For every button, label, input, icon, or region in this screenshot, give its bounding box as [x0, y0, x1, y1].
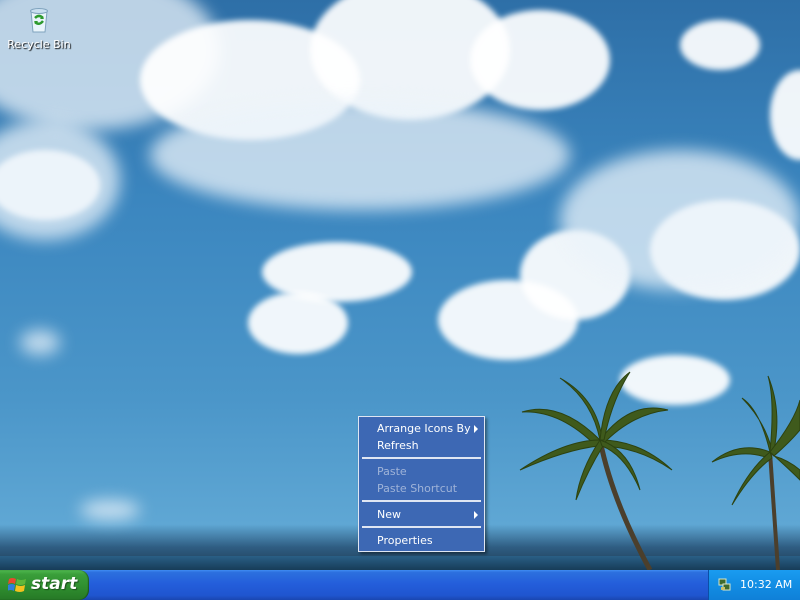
menu-item-label: Refresh	[377, 439, 419, 452]
desktop[interactable]: Recycle Bin Arrange Icons By Refresh Pas…	[0, 0, 800, 570]
submenu-arrow-icon	[474, 425, 478, 433]
start-label: start	[31, 574, 78, 594]
menu-item-label: Properties	[377, 534, 433, 547]
desktop-icon-label: Recycle Bin	[7, 38, 71, 51]
menu-item-paste-shortcut[interactable]: Paste Shortcut	[362, 480, 481, 497]
menu-item-label: Arrange Icons By	[377, 422, 471, 435]
system-tray: 10:32 AM	[708, 570, 800, 600]
menu-separator	[362, 526, 481, 528]
menu-separator	[362, 500, 481, 502]
menu-item-paste[interactable]: Paste	[362, 463, 481, 480]
menu-item-refresh[interactable]: Refresh	[362, 437, 481, 454]
menu-item-new[interactable]: New	[362, 506, 481, 523]
start-button[interactable]: start	[0, 570, 89, 600]
submenu-arrow-icon	[474, 511, 478, 519]
network-icon[interactable]	[718, 577, 732, 592]
recycle-bin-icon	[30, 8, 48, 33]
windows-logo-icon	[8, 578, 26, 592]
taskbar[interactable]: start 10:32 AM	[0, 570, 800, 600]
menu-separator	[362, 457, 481, 459]
clock[interactable]: 10:32 AM	[740, 578, 792, 591]
menu-item-arrange-icons-by[interactable]: Arrange Icons By	[362, 420, 481, 437]
menu-item-label: New	[377, 508, 401, 521]
desktop-icon-recycle-bin[interactable]: Recycle Bin	[6, 4, 72, 51]
menu-item-label: Paste	[377, 465, 407, 478]
desktop-context-menu: Arrange Icons By Refresh Paste Paste Sho…	[358, 416, 485, 552]
menu-item-properties[interactable]: Properties	[362, 532, 481, 549]
menu-item-label: Paste Shortcut	[377, 482, 458, 495]
